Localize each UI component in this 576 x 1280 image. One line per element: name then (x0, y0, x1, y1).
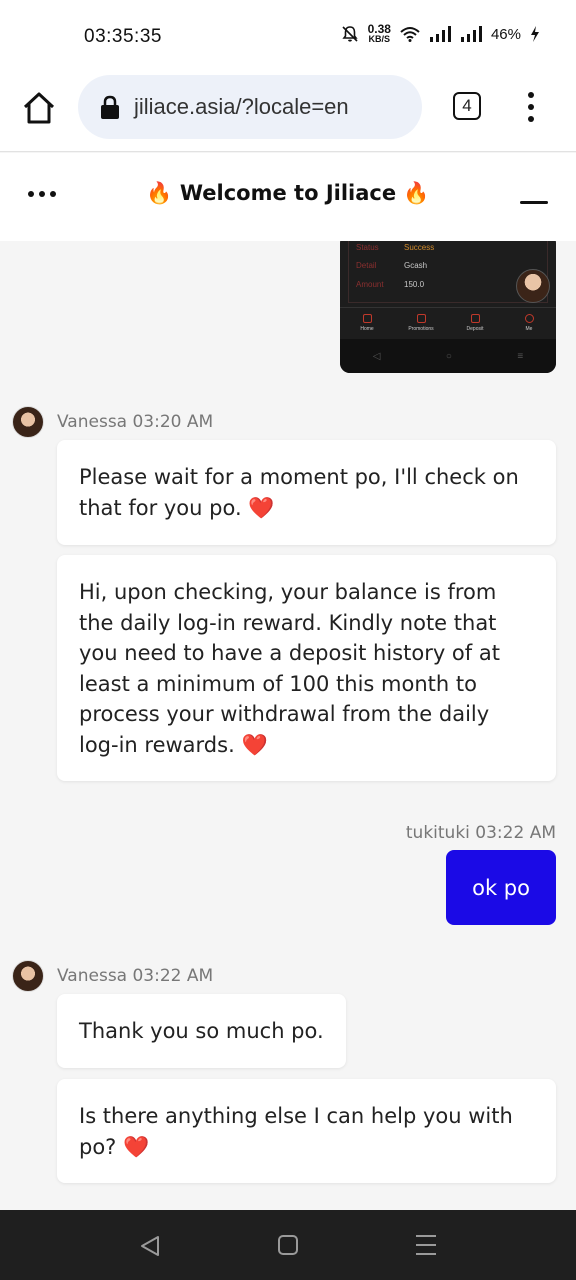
home-icon[interactable] (20, 89, 58, 127)
screenshot-system-nav: ◁ ○ ≡ (340, 339, 556, 373)
wifi-icon (400, 27, 420, 42)
chat-title: 🔥 Welcome to Jiliace 🔥 (146, 181, 430, 205)
recents-icon[interactable] (416, 1235, 436, 1255)
tab-switcher-button[interactable]: 4 (453, 92, 481, 120)
minimize-icon[interactable] (520, 201, 548, 204)
message-meta: Vanessa 03:22 AM (57, 966, 214, 986)
screenshot-avatar (516, 269, 550, 303)
avatar (12, 406, 44, 438)
screenshot-row: Status Success (356, 243, 435, 252)
gift-icon (416, 313, 426, 323)
status-bar: 03:35:35 0.38 KB/S 46% (0, 0, 576, 70)
url-text[interactable]: jiliace.asia/?locale=en (134, 94, 349, 120)
browser-toolbar: jiliace.asia/?locale=en 4 (0, 70, 576, 152)
agent-message: Is there anything else I can help you wi… (57, 1079, 556, 1183)
browser-menu-icon[interactable] (521, 92, 541, 122)
deposit-icon (470, 313, 480, 323)
agent-sender: Vanessa 03:20 AM (12, 406, 213, 438)
agent-message: Thank you so much po. (57, 994, 346, 1068)
lock-icon (101, 95, 119, 119)
agent-message: Hi, upon checking, your balance is from … (57, 555, 556, 781)
message-meta: Vanessa 03:20 AM (57, 412, 214, 432)
signal-icon (429, 26, 451, 42)
battery-level: 46% (490, 25, 521, 43)
agent-message: Please wait for a moment po, I'll check … (57, 440, 556, 545)
screenshot-row: Detail Gcash (356, 261, 428, 270)
address-bar[interactable]: jiliace.asia/?locale=en (78, 75, 422, 139)
chat-header: 🔥 Welcome to Jiliace 🔥 (0, 153, 576, 241)
home-icon (362, 313, 372, 323)
status-icons: 0.38 KB/S 46% (341, 22, 540, 44)
user-message-meta: tukituki 03:22 AM (405, 823, 556, 843)
heart-icon: ❤️ (123, 1134, 150, 1159)
back-icon[interactable] (140, 1235, 160, 1257)
heart-icon: ❤️ (241, 732, 268, 757)
signal-icon-2 (460, 26, 482, 42)
status-time: 03:35:35 (84, 26, 162, 47)
mute-bell-icon (342, 26, 358, 42)
heart-icon: ❤️ (248, 495, 275, 520)
system-navigation-bar (0, 1210, 576, 1280)
screenshot-nav: Home Promotions Deposit Me (340, 307, 556, 337)
screenshot-row: Amount 150.0 (356, 280, 425, 289)
user-icon (524, 313, 534, 323)
avatar (12, 960, 44, 992)
network-speed: 0.38 KB/S (367, 22, 391, 44)
charging-icon (531, 26, 539, 42)
agent-sender: Vanessa 03:22 AM (12, 960, 213, 992)
shared-screenshot-image[interactable]: Status Success Detail Gcash Amount 150.0 Ho… (340, 241, 556, 373)
home-nav-icon[interactable] (278, 1235, 298, 1255)
user-message: ok po (446, 850, 556, 925)
chat-messages[interactable]: Status Success Detail Gcash Amount 150.0 Ho… (0, 241, 576, 1211)
